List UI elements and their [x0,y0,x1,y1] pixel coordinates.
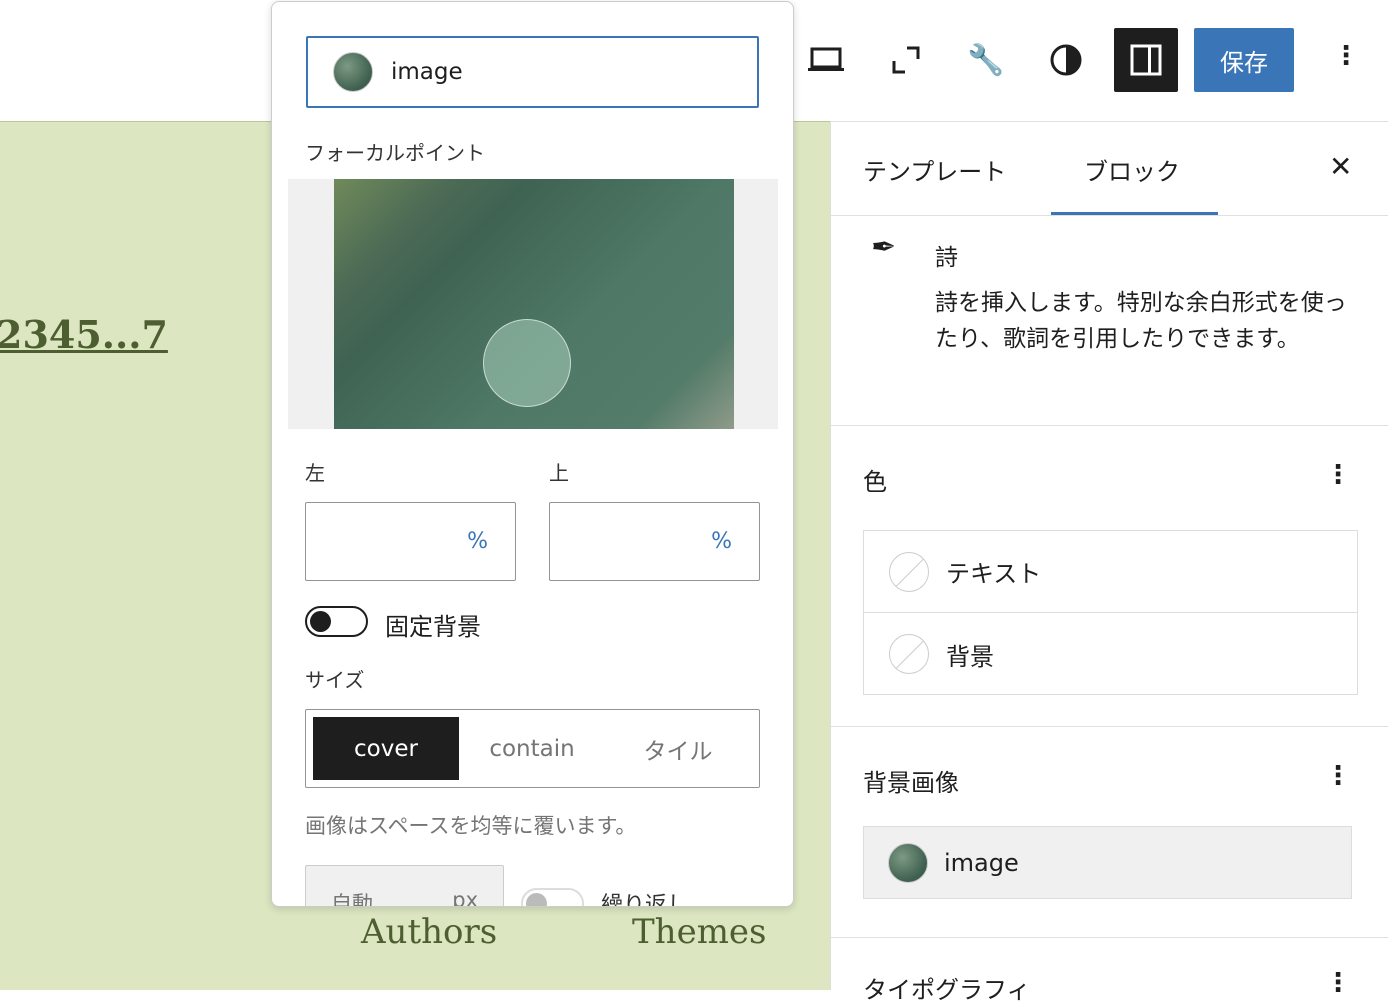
width-input[interactable]: 自動 px [305,865,504,907]
size-option-contain[interactable]: contain [459,717,605,780]
focal-top-input[interactable]: % [549,502,760,581]
left-label: 左 [305,461,325,485]
size-label: サイズ [305,668,365,692]
typography-heading: タイポグラフィ [863,976,1031,1004]
tab-template[interactable]: テンプレート [863,152,1006,187]
repeat-label: 繰り返し [601,893,690,907]
color-text-item[interactable]: テキスト [864,531,1358,613]
footer-link-authors[interactable]: Authors [361,912,497,952]
background-image-options-icon[interactable]: ⋮ [1325,763,1351,789]
fixed-background-label: 固定背景 [385,613,481,641]
color-heading: 色 [863,468,887,496]
color-background-item[interactable]: 背景 [864,613,1358,695]
top-label: 上 [549,461,569,485]
wrench-icon[interactable]: 🔧 [966,40,1006,80]
size-option-tile[interactable]: タイル [605,717,751,780]
background-image-button[interactable]: image [863,826,1352,899]
save-button[interactable]: 保存 [1194,28,1294,92]
contrast-icon[interactable] [1046,40,1086,80]
size-help-text: 画像はスペースを均等に覆います。 [305,814,637,838]
color-background-label: 背景 [946,642,994,671]
image-label: image [391,59,463,85]
block-title: 詩 [935,245,958,271]
sidebar-toggle-icon [1130,44,1162,76]
focal-left-input[interactable]: % [305,502,516,581]
size-option-cover[interactable]: cover [313,717,459,780]
close-icon[interactable]: ✕ [1329,150,1352,183]
percent-unit: % [711,529,732,554]
fullscreen-icon[interactable] [886,40,926,80]
focal-point-handle[interactable] [483,319,571,407]
color-options-icon[interactable]: ⋮ [1325,462,1351,488]
image-thumbnail [888,842,928,883]
pagination[interactable]: 2345...7 [0,312,168,357]
block-description: 詩を挿入します。特別な余白形式を使ったり、歌詞を引用したりできます。 [935,290,1347,352]
empty-swatch-icon [889,634,929,674]
percent-unit: % [467,529,488,554]
image-thumbnail [333,52,373,92]
settings-sidebar: テンプレート ブロック ✕ ✒ 詩 詩を挿入します。特別な余白形式を使ったり、歌… [830,121,1388,1004]
more-vertical-icon[interactable]: ⋮ [1333,43,1359,69]
background-image-popover: image フォーカルポイント 左 上 % % 固定背景 サイズ cover c… [271,1,794,907]
color-text-label: テキスト [946,560,1042,588]
feather-icon: ✒ [871,230,897,265]
fixed-background-toggle[interactable] [305,606,368,637]
size-segmented-control: cover contain タイル [305,709,760,788]
laptop-icon[interactable] [806,40,846,80]
sidebar-toggle-button[interactable] [1114,28,1178,92]
typography-options-icon[interactable]: ⋮ [1325,970,1351,996]
focal-point-picker[interactable] [288,179,778,429]
footer-link-themes[interactable]: Themes [632,912,767,952]
repeat-toggle[interactable] [521,888,584,906]
background-image-heading: 背景画像 [863,769,959,797]
px-unit: px [452,888,478,907]
tab-block[interactable]: ブロック [1084,152,1180,187]
focal-point-label: フォーカルポイント [305,141,485,165]
image-selector-button[interactable]: image [306,36,759,108]
empty-swatch-icon [889,551,929,592]
color-panel: テキスト 背景 [863,530,1358,695]
image-label: image [944,848,1019,877]
